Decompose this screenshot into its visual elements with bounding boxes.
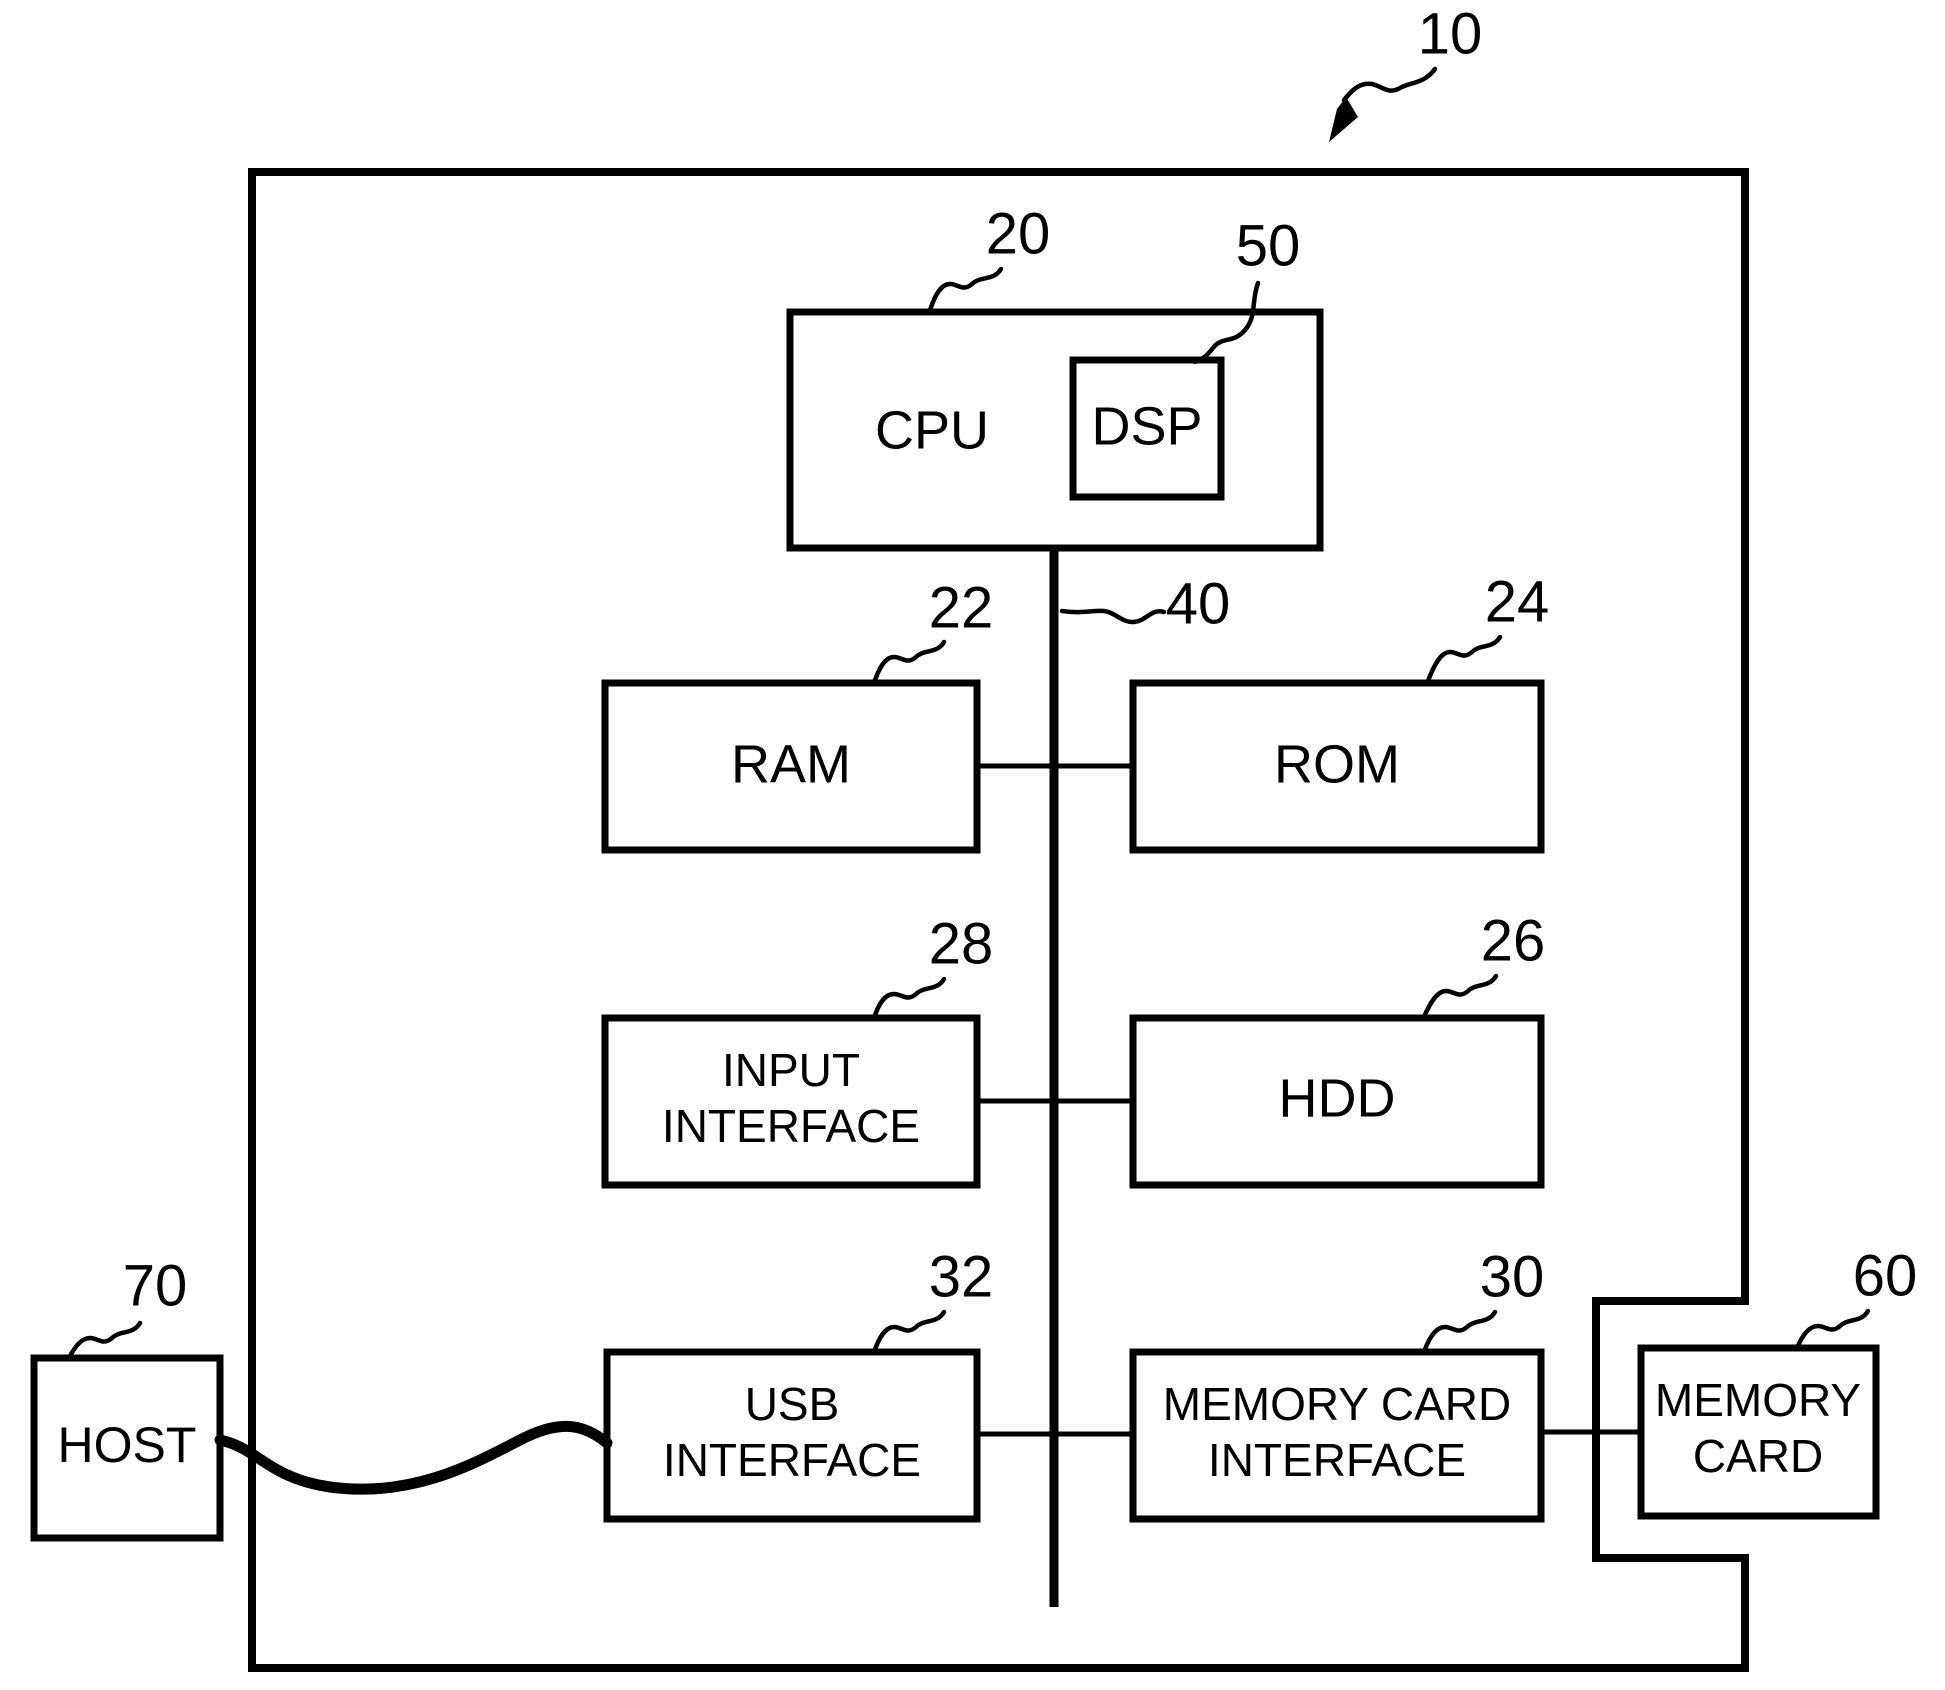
- leader-ref-70: [66, 1320, 143, 1361]
- block-memory-card-interface-label-2: INTERFACE: [1208, 1434, 1466, 1486]
- block-host-label: HOST: [58, 1417, 197, 1473]
- block-dsp-label: DSP: [1091, 396, 1202, 456]
- leader-ref-20: [927, 266, 1004, 313]
- block-input-interface-label-2: INTERFACE: [662, 1100, 920, 1152]
- leader-ref-26: [1421, 973, 1499, 1020]
- leader-ref-24: [1425, 634, 1503, 684]
- leader-ref-28: [871, 976, 947, 1021]
- block-input-interface-label: INPUT: [722, 1044, 860, 1096]
- block-cpu-label: CPU: [875, 400, 989, 460]
- leader-ref-50: [1192, 280, 1261, 365]
- leader-ref-40: [1059, 608, 1167, 625]
- patent-figure: CPU DSP RAM ROM INPUT INTERFACE HDD USB …: [0, 0, 1945, 1690]
- ref-number-10: 10: [1418, 1, 1483, 66]
- leader-ref-10: [1341, 66, 1438, 103]
- ref-number-22: 22: [929, 575, 994, 640]
- ref-number-24: 24: [1485, 569, 1550, 634]
- leader-ref-32: [871, 1309, 947, 1355]
- block-memory-card-label-2: CARD: [1693, 1430, 1823, 1482]
- block-cpu: [786, 308, 1324, 552]
- ref-number-26: 26: [1481, 908, 1546, 973]
- block-hdd-label: HDD: [1279, 1068, 1396, 1128]
- arrowhead-ref-10: [1329, 97, 1358, 142]
- host-usb-cable: [214, 1421, 613, 1495]
- ref-number-70: 70: [123, 1253, 188, 1318]
- ref-number-28: 28: [929, 911, 994, 976]
- block-ram-label: RAM: [731, 734, 851, 794]
- ref-number-40: 40: [1166, 571, 1231, 636]
- block-memory-card-label: MEMORY: [1655, 1374, 1861, 1426]
- block-rom-label: ROM: [1274, 734, 1400, 794]
- block-diagram-canvas: CPU DSP RAM ROM INPUT INTERFACE HDD USB …: [30, 1, 1918, 1672]
- ref-number-30: 30: [1480, 1244, 1545, 1309]
- leader-ref-22: [871, 639, 947, 686]
- ref-number-32: 32: [929, 1244, 994, 1309]
- block-usb-interface-label-2: INTERFACE: [663, 1434, 921, 1486]
- leader-ref-30: [1421, 1309, 1498, 1355]
- block-memory-card-interface-label: MEMORY CARD: [1163, 1378, 1511, 1430]
- ref-number-50: 50: [1236, 213, 1301, 278]
- leader-ref-60: [1794, 1308, 1871, 1351]
- ref-number-20: 20: [986, 201, 1051, 266]
- ref-number-60: 60: [1853, 1243, 1918, 1308]
- block-usb-interface-label: USB: [745, 1378, 840, 1430]
